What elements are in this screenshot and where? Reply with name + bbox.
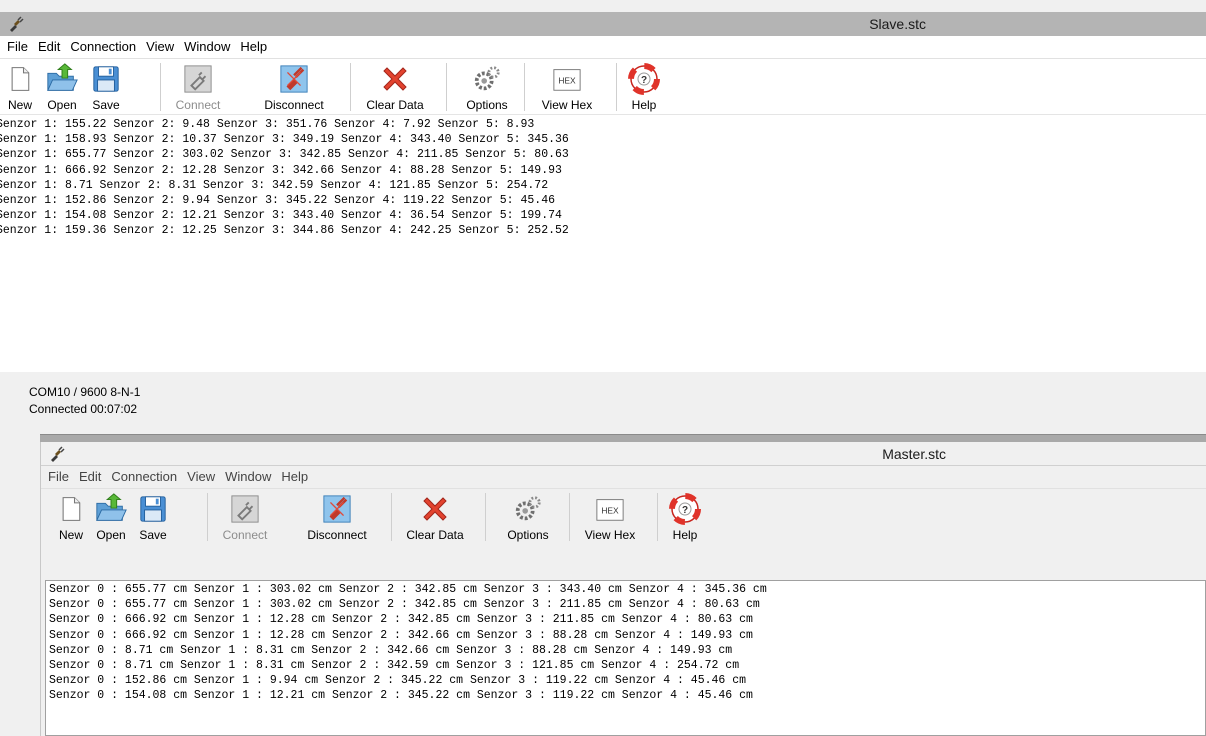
menu-edit[interactable]: Edit: [74, 466, 106, 484]
master-title-bar[interactable]: Master.stc: [41, 442, 1206, 466]
options-gears-icon: [515, 496, 541, 521]
toolbar-separator: [446, 63, 447, 111]
data-line: Senzor 0 : 152.86 cm Senzor 1 : 9.94 cm …: [49, 674, 747, 688]
data-line: Senzor 0 : 655.77 cm Senzor 1 : 303.02 c…: [49, 598, 760, 612]
slave-window: Slave.stc File Edit Connection View Window He…: [0, 12, 1206, 438]
connect-plug-icon: [231, 495, 259, 523]
save-floppy-icon: [93, 66, 119, 92]
toolbar-separator: [616, 63, 617, 111]
options-gears-icon: [474, 66, 500, 91]
data-line: Senzor 0 : 154.08 cm Senzor 1 : 12.21 cm…: [49, 689, 753, 703]
data-line: Senzor 0 : 666.92 cm Senzor 1 : 12.28 cm…: [49, 628, 753, 642]
data-line: Senzor 1: 159.36 Senzor 2: 12.25 Senzor …: [0, 224, 569, 238]
master-window: Master.stc File Edit Connection View Window H…: [40, 442, 1206, 736]
view-hex-button[interactable]: HEX View Hex: [579, 493, 641, 543]
toolbar-separator: [657, 493, 658, 541]
data-line: Senzor 0 : 8.71 cm Senzor 1 : 8.31 cm Se…: [49, 659, 740, 673]
svg-text:HEX: HEX: [601, 506, 619, 516]
menu-file[interactable]: File: [43, 466, 74, 484]
data-line: Senzor 1: 655.77 Senzor 2: 303.02 Senzor…: [0, 148, 569, 162]
menu-window[interactable]: Window: [220, 466, 276, 484]
data-line: Senzor 1: 152.86 Senzor 2: 9.94 Senzor 3…: [0, 194, 555, 208]
menu-window[interactable]: Window: [179, 36, 235, 54]
open-button[interactable]: Open: [89, 493, 133, 543]
window-divider: [0, 434, 1206, 442]
clear-data-button[interactable]: Clear Data: [362, 63, 428, 113]
menu-edit[interactable]: Edit: [33, 36, 65, 54]
hex-view-icon: HEX: [553, 69, 581, 91]
toolbar-separator: [160, 63, 161, 111]
toolbar-separator: [524, 63, 525, 111]
menu-view[interactable]: View: [141, 36, 179, 54]
open-folder-icon: [47, 63, 78, 91]
menu-file[interactable]: File: [2, 36, 33, 54]
clear-x-icon: [423, 497, 447, 521]
help-lifebuoy-icon: ?: [669, 493, 701, 525]
screen-top-edge: [0, 0, 1206, 12]
open-folder-icon: [96, 493, 127, 521]
slave-toolbar: New Open Save Connect Disconnect Clear D…: [0, 59, 1206, 115]
new-button[interactable]: New: [2, 63, 38, 113]
open-button[interactable]: Open: [40, 63, 84, 113]
new-document-icon: [62, 497, 81, 521]
svg-text:?: ?: [641, 75, 647, 86]
connect-button[interactable]: Connect: [170, 63, 226, 113]
data-line: Senzor 1: 158.93 Senzor 2: 10.37 Senzor …: [0, 133, 569, 147]
hex-view-icon: HEX: [596, 499, 624, 521]
help-button[interactable]: ? Help: [624, 63, 664, 113]
master-window-title: Master.stc: [882, 446, 946, 462]
disconnect-plug-icon: [323, 495, 351, 523]
disconnect-button[interactable]: Disconnect: [256, 63, 332, 113]
menu-connection[interactable]: Connection: [106, 466, 182, 484]
toolbar-separator: [207, 493, 208, 541]
new-document-icon: [11, 67, 30, 91]
menu-view[interactable]: View: [182, 466, 220, 484]
connect-plug-icon: [184, 65, 212, 93]
slave-title-bar[interactable]: Slave.stc: [0, 12, 1206, 36]
master-toolbar: New Open Save Connect Disconnect Clear D…: [41, 489, 1206, 545]
slave-window-title: Slave.stc: [869, 16, 926, 32]
clear-x-icon: [383, 67, 407, 91]
master-menu-bar: File Edit Connection View Window Help: [41, 466, 1206, 489]
menu-connection[interactable]: Connection: [65, 36, 141, 54]
save-floppy-icon: [140, 496, 166, 522]
background-strip: [0, 434, 40, 736]
slave-menu-bar: File Edit Connection View Window Help: [0, 36, 1206, 59]
connection-status: Connected 00:07:02: [29, 402, 138, 416]
toolbar-separator: [391, 493, 392, 541]
svg-text:?: ?: [682, 505, 688, 516]
help-lifebuoy-icon: ?: [628, 63, 660, 95]
connect-button[interactable]: Connect: [217, 493, 273, 543]
toolbar-separator: [350, 63, 351, 111]
view-hex-button[interactable]: HEX View Hex: [536, 63, 598, 113]
toolbar-separator: [569, 493, 570, 541]
help-button[interactable]: ? Help: [665, 493, 705, 543]
svg-text:HEX: HEX: [558, 76, 576, 86]
slave-status-bar: COM10 / 9600 8-N-1 Connected 00:07:02: [0, 372, 1206, 438]
data-line: Senzor 1: 155.22 Senzor 2: 9.48 Senzor 3…: [0, 118, 535, 131]
disconnect-button[interactable]: Disconnect: [299, 493, 375, 543]
data-line: Senzor 0 : 666.92 cm Senzor 1 : 12.28 cm…: [49, 613, 753, 627]
save-button[interactable]: Save: [88, 63, 124, 113]
toolbar-separator: [485, 493, 486, 541]
data-line: Senzor 1: 154.08 Senzor 2: 12.21 Senzor …: [0, 209, 562, 223]
menu-help[interactable]: Help: [276, 466, 313, 484]
data-line: Senzor 1: 8.71 Senzor 2: 8.31 Senzor 3: …: [0, 178, 549, 192]
disconnect-plug-icon: [280, 65, 308, 93]
data-line: Senzor 0 : 655.77 cm Senzor 1 : 303.02 c…: [49, 583, 767, 596]
port-settings: COM10 / 9600 8-N-1: [29, 385, 141, 399]
data-line: Senzor 0 : 8.71 cm Senzor 1 : 8.31 cm Se…: [49, 643, 733, 657]
save-button[interactable]: Save: [135, 493, 171, 543]
menu-help[interactable]: Help: [235, 36, 272, 54]
clear-data-button[interactable]: Clear Data: [401, 493, 469, 543]
options-button[interactable]: Options: [497, 493, 559, 543]
slave-data-terminal[interactable]: Senzor 1: 155.22 Senzor 2: 9.48 Senzor 3…: [0, 115, 1206, 365]
options-button[interactable]: Options: [456, 63, 518, 113]
data-line: Senzor 1: 666.92 Senzor 2: 12.28 Senzor …: [0, 163, 562, 177]
master-data-terminal[interactable]: Senzor 0 : 655.77 cm Senzor 1 : 303.02 c…: [45, 580, 1206, 736]
new-button[interactable]: New: [53, 493, 89, 543]
